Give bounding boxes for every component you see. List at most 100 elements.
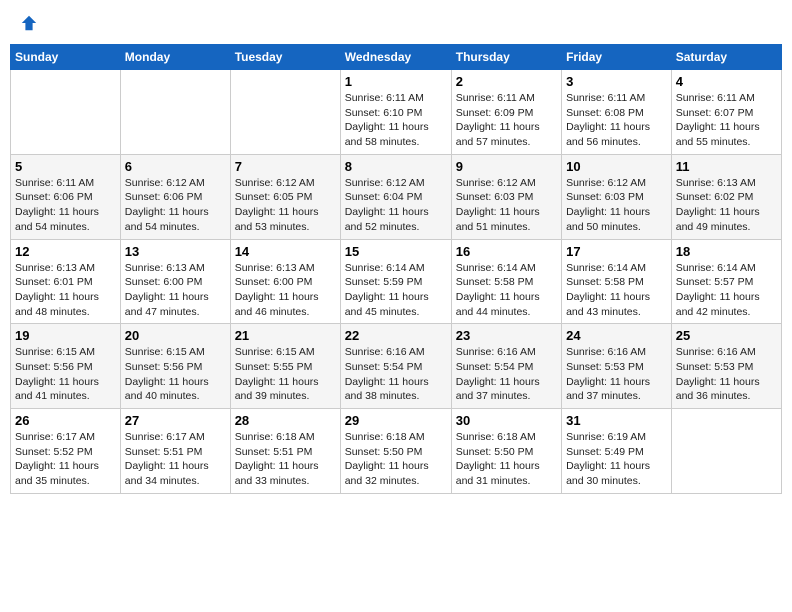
day-number: 10: [566, 159, 667, 174]
logo: [18, 14, 38, 32]
day-info: Sunrise: 6:11 AM Sunset: 6:07 PM Dayligh…: [676, 91, 777, 150]
day-number: 2: [456, 74, 557, 89]
day-info: Sunrise: 6:12 AM Sunset: 6:04 PM Dayligh…: [345, 176, 447, 235]
day-number: 21: [235, 328, 336, 343]
calendar-week-row: 19 Sunrise: 6:15 AM Sunset: 5:56 PM Dayli…: [11, 324, 782, 409]
day-number: 4: [676, 74, 777, 89]
day-of-week-header: Saturday: [671, 45, 781, 70]
day-number: 5: [15, 159, 116, 174]
day-number: 30: [456, 413, 557, 428]
day-number: 1: [345, 74, 447, 89]
calendar-cell: 12 Sunrise: 6:13 AM Sunset: 6:01 PM Dayli…: [11, 239, 121, 324]
calendar-cell: 31 Sunrise: 6:19 AM Sunset: 5:49 PM Dayli…: [562, 409, 672, 494]
calendar-cell: 19 Sunrise: 6:15 AM Sunset: 5:56 PM Dayli…: [11, 324, 121, 409]
day-info: Sunrise: 6:11 AM Sunset: 6:08 PM Dayligh…: [566, 91, 667, 150]
day-of-week-header: Friday: [562, 45, 672, 70]
calendar-cell: [230, 70, 340, 155]
calendar-cell: 2 Sunrise: 6:11 AM Sunset: 6:09 PM Daylig…: [451, 70, 561, 155]
calendar-week-row: 5 Sunrise: 6:11 AM Sunset: 6:06 PM Daylig…: [11, 154, 782, 239]
day-number: 9: [456, 159, 557, 174]
day-info: Sunrise: 6:15 AM Sunset: 5:55 PM Dayligh…: [235, 345, 336, 404]
day-number: 19: [15, 328, 116, 343]
day-number: 12: [15, 244, 116, 259]
calendar-cell: 6 Sunrise: 6:12 AM Sunset: 6:06 PM Daylig…: [120, 154, 230, 239]
day-number: 29: [345, 413, 447, 428]
day-info: Sunrise: 6:12 AM Sunset: 6:03 PM Dayligh…: [456, 176, 557, 235]
calendar-cell: 3 Sunrise: 6:11 AM Sunset: 6:08 PM Daylig…: [562, 70, 672, 155]
day-number: 22: [345, 328, 447, 343]
day-number: 20: [125, 328, 226, 343]
day-info: Sunrise: 6:17 AM Sunset: 5:52 PM Dayligh…: [15, 430, 116, 489]
day-info: Sunrise: 6:16 AM Sunset: 5:53 PM Dayligh…: [566, 345, 667, 404]
day-info: Sunrise: 6:19 AM Sunset: 5:49 PM Dayligh…: [566, 430, 667, 489]
calendar-cell: 30 Sunrise: 6:18 AM Sunset: 5:50 PM Dayli…: [451, 409, 561, 494]
calendar-cell: 8 Sunrise: 6:12 AM Sunset: 6:04 PM Daylig…: [340, 154, 451, 239]
day-number: 23: [456, 328, 557, 343]
calendar-week-row: 26Sunrise: 6:17 AM Sunset: 5:52 PM Dayli…: [11, 409, 782, 494]
calendar-cell: [671, 409, 781, 494]
calendar-week-row: 12 Sunrise: 6:13 AM Sunset: 6:01 PM Dayli…: [11, 239, 782, 324]
day-info: Sunrise: 6:18 AM Sunset: 5:50 PM Dayligh…: [456, 430, 557, 489]
day-info: Sunrise: 6:12 AM Sunset: 6:06 PM Dayligh…: [125, 176, 226, 235]
calendar-cell: 1 Sunrise: 6:11 AM Sunset: 6:10 PM Daylig…: [340, 70, 451, 155]
day-number: 15: [345, 244, 447, 259]
day-number: 27: [125, 413, 226, 428]
calendar-cell: 24Sunrise: 6:16 AM Sunset: 5:53 PM Dayli…: [562, 324, 672, 409]
day-number: 31: [566, 413, 667, 428]
calendar-cell: 5 Sunrise: 6:11 AM Sunset: 6:06 PM Daylig…: [11, 154, 121, 239]
calendar-cell: 26Sunrise: 6:17 AM Sunset: 5:52 PM Dayli…: [11, 409, 121, 494]
calendar-cell: 15 Sunrise: 6:14 AM Sunset: 5:59 PM Dayli…: [340, 239, 451, 324]
calendar-cell: 4 Sunrise: 6:11 AM Sunset: 6:07 PM Daylig…: [671, 70, 781, 155]
calendar-cell: 10 Sunrise: 6:12 AM Sunset: 6:03 PM Dayli…: [562, 154, 672, 239]
day-info: Sunrise: 6:14 AM Sunset: 5:58 PM Dayligh…: [566, 261, 667, 320]
calendar-cell: [11, 70, 121, 155]
day-info: Sunrise: 6:11 AM Sunset: 6:06 PM Dayligh…: [15, 176, 116, 235]
day-number: 3: [566, 74, 667, 89]
calendar-cell: 18Sunrise: 6:14 AM Sunset: 5:57 PM Dayli…: [671, 239, 781, 324]
calendar-cell: 20 Sunrise: 6:15 AM Sunset: 5:56 PM Dayli…: [120, 324, 230, 409]
day-info: Sunrise: 6:13 AM Sunset: 6:01 PM Dayligh…: [15, 261, 116, 320]
calendar-header-row: SundayMondayTuesdayWednesdayThursdayFrid…: [11, 45, 782, 70]
day-info: Sunrise: 6:15 AM Sunset: 5:56 PM Dayligh…: [15, 345, 116, 404]
calendar-week-row: 1 Sunrise: 6:11 AM Sunset: 6:10 PM Daylig…: [11, 70, 782, 155]
calendar-table: SundayMondayTuesdayWednesdayThursdayFrid…: [10, 44, 782, 494]
day-of-week-header: Thursday: [451, 45, 561, 70]
calendar-cell: 11 Sunrise: 6:13 AM Sunset: 6:02 PM Dayli…: [671, 154, 781, 239]
calendar-cell: 7 Sunrise: 6:12 AM Sunset: 6:05 PM Daylig…: [230, 154, 340, 239]
day-info: Sunrise: 6:15 AM Sunset: 5:56 PM Dayligh…: [125, 345, 226, 404]
page-header: [10, 10, 782, 36]
day-info: Sunrise: 6:13 AM Sunset: 6:00 PM Dayligh…: [235, 261, 336, 320]
day-number: 13: [125, 244, 226, 259]
day-info: Sunrise: 6:18 AM Sunset: 5:50 PM Dayligh…: [345, 430, 447, 489]
day-info: Sunrise: 6:14 AM Sunset: 5:58 PM Dayligh…: [456, 261, 557, 320]
day-number: 7: [235, 159, 336, 174]
calendar-cell: 16 Sunrise: 6:14 AM Sunset: 5:58 PM Dayli…: [451, 239, 561, 324]
day-number: 11: [676, 159, 777, 174]
day-info: Sunrise: 6:11 AM Sunset: 6:09 PM Dayligh…: [456, 91, 557, 150]
day-number: 6: [125, 159, 226, 174]
day-info: Sunrise: 6:17 AM Sunset: 5:51 PM Dayligh…: [125, 430, 226, 489]
day-of-week-header: Monday: [120, 45, 230, 70]
day-number: 8: [345, 159, 447, 174]
logo-icon: [20, 14, 38, 32]
calendar-cell: 14 Sunrise: 6:13 AM Sunset: 6:00 PM Dayli…: [230, 239, 340, 324]
calendar-cell: [120, 70, 230, 155]
day-info: Sunrise: 6:12 AM Sunset: 6:03 PM Dayligh…: [566, 176, 667, 235]
calendar-cell: 27 Sunrise: 6:17 AM Sunset: 5:51 PM Dayli…: [120, 409, 230, 494]
day-info: Sunrise: 6:16 AM Sunset: 5:53 PM Dayligh…: [676, 345, 777, 404]
day-info: Sunrise: 6:11 AM Sunset: 6:10 PM Dayligh…: [345, 91, 447, 150]
day-info: Sunrise: 6:13 AM Sunset: 6:00 PM Dayligh…: [125, 261, 226, 320]
day-info: Sunrise: 6:13 AM Sunset: 6:02 PM Dayligh…: [676, 176, 777, 235]
day-number: 14: [235, 244, 336, 259]
day-info: Sunrise: 6:14 AM Sunset: 5:59 PM Dayligh…: [345, 261, 447, 320]
day-info: Sunrise: 6:12 AM Sunset: 6:05 PM Dayligh…: [235, 176, 336, 235]
calendar-cell: 28Sunrise: 6:18 AM Sunset: 5:51 PM Dayli…: [230, 409, 340, 494]
day-of-week-header: Tuesday: [230, 45, 340, 70]
calendar-cell: 9 Sunrise: 6:12 AM Sunset: 6:03 PM Daylig…: [451, 154, 561, 239]
day-of-week-header: Wednesday: [340, 45, 451, 70]
day-number: 16: [456, 244, 557, 259]
day-number: 17: [566, 244, 667, 259]
day-number: 28: [235, 413, 336, 428]
day-info: Sunrise: 6:16 AM Sunset: 5:54 PM Dayligh…: [456, 345, 557, 404]
calendar-cell: 25Sunrise: 6:16 AM Sunset: 5:53 PM Dayli…: [671, 324, 781, 409]
